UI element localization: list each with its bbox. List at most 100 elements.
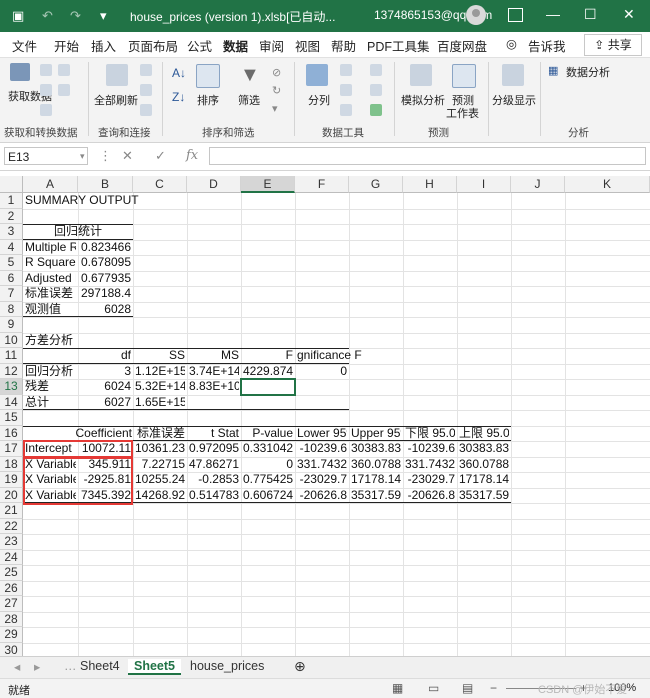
worksheet-grid[interactable]: A B C D E F G H I J K 1 2 3 4 5 6 7 8 9 10 11 12 13 14 15 16 17 18 19… (0, 176, 650, 659)
cell[interactable]: 6027 (80, 395, 131, 411)
filter-button[interactable]: 筛选 (238, 92, 260, 108)
cell[interactable]: 0.606724 (243, 488, 293, 504)
row-header[interactable]: 29 (0, 627, 23, 643)
insert-function-icon[interactable]: fx (186, 148, 198, 163)
column-header[interactable]: C (133, 176, 187, 193)
cell[interactable]: 0.972095 (189, 441, 239, 457)
row-header[interactable]: 20 (0, 487, 23, 503)
cell[interactable]: -23029.7 (297, 472, 347, 488)
column-header[interactable]: H (403, 176, 457, 193)
avatar[interactable] (466, 5, 486, 25)
add-sheet-icon[interactable]: ⊕ (294, 658, 306, 675)
row-header[interactable]: 7 (0, 286, 23, 302)
cell[interactable]: 观测值 (25, 302, 76, 318)
column-header[interactable]: F (295, 176, 349, 193)
queries-connections-icon[interactable] (140, 64, 152, 76)
tab-formulas[interactable]: 公式 (187, 36, 212, 55)
row-header[interactable]: 3 (0, 224, 23, 240)
redo-icon[interactable]: ↷ (70, 7, 81, 25)
cell[interactable]: Multiple R (25, 240, 76, 256)
row-header[interactable]: 28 (0, 611, 23, 627)
cell[interactable]: SS (135, 348, 185, 364)
row-header[interactable]: 13 (0, 379, 23, 395)
cell[interactable]: 30383.83 (459, 441, 509, 457)
text-to-columns-button[interactable]: 分列 (308, 92, 330, 108)
cell[interactable]: 6024 (80, 379, 131, 395)
row-header[interactable]: 24 (0, 549, 23, 565)
column-header[interactable]: D (187, 176, 241, 193)
cell[interactable]: 上限 95.0% (459, 426, 509, 442)
normal-view-icon[interactable]: ▦ (392, 681, 403, 695)
row-header[interactable]: 22 (0, 518, 23, 534)
row-header[interactable]: 23 (0, 534, 23, 550)
row-header[interactable]: 6 (0, 270, 23, 286)
cell[interactable]: 360.0788 (351, 457, 401, 473)
cell[interactable]: 10361.23 (135, 441, 185, 457)
cell[interactable]: Adjusted R (25, 271, 76, 287)
active-cell-e13[interactable] (240, 378, 296, 396)
cell[interactable]: 47.86271 (189, 457, 239, 473)
from-table-icon[interactable] (40, 84, 52, 96)
cell[interactable]: 总计 (25, 395, 76, 411)
formula-input[interactable] (209, 147, 646, 165)
cell[interactable]: Lower 95% (297, 426, 347, 442)
cell[interactable]: 8.83E+10 (189, 379, 239, 395)
cell[interactable]: 方差分析 (25, 333, 185, 349)
cell[interactable]: 0.678095 (80, 255, 131, 271)
maximize-button[interactable]: ☐ (584, 6, 597, 23)
sort-button[interactable]: 排序 (197, 92, 219, 108)
cell[interactable]: 4229.874 (243, 364, 293, 380)
tab-home[interactable]: 开始 (54, 36, 79, 55)
column-header[interactable]: K (565, 176, 650, 193)
cell[interactable]: 30383.83 (351, 441, 401, 457)
flash-fill-icon[interactable] (340, 64, 352, 76)
cell[interactable]: 回归分析 (25, 364, 76, 380)
tell-me-search[interactable]: 告诉我 (528, 36, 566, 55)
row-header[interactable]: 16 (0, 425, 23, 441)
refresh-all-button[interactable]: 全部刷新 (94, 92, 138, 108)
column-header[interactable]: E (241, 176, 295, 193)
what-if-analysis-button[interactable]: 模拟分析 (401, 92, 445, 108)
cell[interactable]: 3.74E+14 (189, 364, 239, 380)
row-header[interactable]: 21 (0, 503, 23, 519)
cell[interactable]: 0 (297, 364, 347, 380)
sort-za-icon[interactable]: Z↓ (172, 90, 185, 104)
cell[interactable]: 17178.14 (459, 472, 509, 488)
row-header[interactable]: 15 (0, 410, 23, 426)
row-header[interactable]: 2 (0, 208, 23, 224)
cancel-icon[interactable]: ✕ (122, 148, 133, 164)
consolidate-icon[interactable] (370, 64, 382, 76)
manage-data-model-icon[interactable] (370, 104, 382, 116)
cell[interactable]: 10255.24 (135, 472, 185, 488)
cell[interactable]: 331.7432 (297, 457, 347, 473)
row-header[interactable]: 1 (0, 193, 23, 209)
cell[interactable]: 5.32E+14 (135, 379, 185, 395)
properties-icon[interactable] (140, 84, 152, 96)
cell[interactable]: 标准误差 (135, 426, 185, 442)
data-analysis-button[interactable]: 数据分析 (566, 64, 610, 80)
save-icon[interactable]: ▣ (12, 7, 24, 25)
edit-links-icon[interactable] (140, 104, 152, 116)
cell[interactable]: 0.775425 (243, 472, 293, 488)
sheet-tab-sheet5[interactable]: Sheet5 (128, 659, 181, 675)
cell[interactable]: Upper 95% (351, 426, 401, 442)
relationships-icon[interactable] (370, 84, 382, 96)
cell[interactable]: -10239.6 (297, 441, 347, 457)
name-box[interactable]: E13 (4, 147, 88, 165)
ribbon-display-options-icon[interactable] (508, 8, 523, 22)
tab-review[interactable]: 审阅 (259, 36, 284, 55)
enter-icon[interactable]: ✓ (155, 148, 166, 164)
share-button[interactable]: ⇪ 共享 (584, 34, 642, 56)
customize-toolbar-icon[interactable]: ▾ (100, 7, 107, 25)
row-header[interactable]: 25 (0, 565, 23, 581)
row-header[interactable]: 5 (0, 255, 23, 271)
column-header[interactable]: I (457, 176, 511, 193)
cell[interactable]: F (243, 348, 293, 364)
cell[interactable]: SUMMARY OUTPUT (25, 193, 185, 209)
cell[interactable]: 331.7432 (405, 457, 455, 473)
cell[interactable]: 0.514783 (189, 488, 239, 504)
cell[interactable]: 35317.59 (459, 488, 509, 504)
select-all-corner[interactable] (0, 176, 23, 193)
cell[interactable]: 7.22715 (135, 457, 185, 473)
sort-az-icon[interactable]: A↓ (172, 66, 186, 80)
